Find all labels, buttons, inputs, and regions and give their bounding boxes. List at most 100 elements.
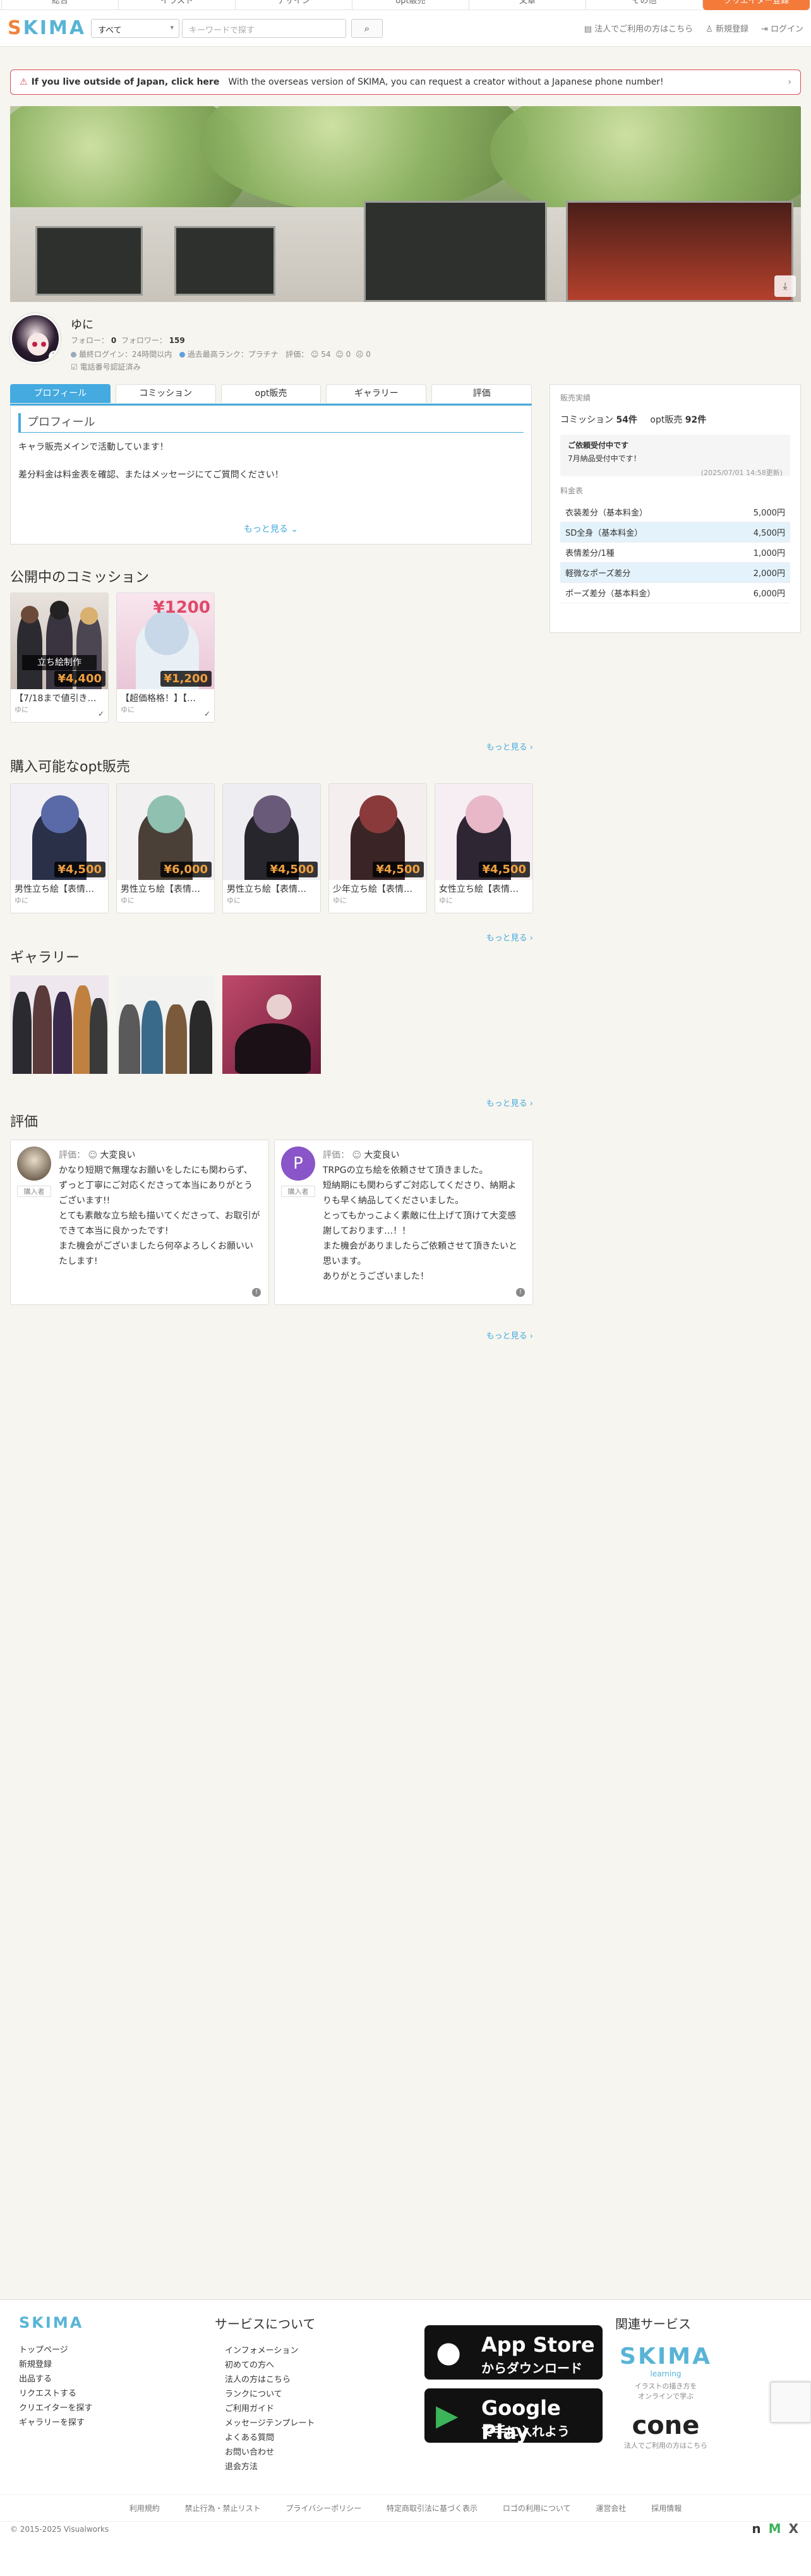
- footer-logo[interactable]: SKIMA: [19, 2314, 95, 2332]
- gallery-image[interactable]: [222, 975, 321, 1074]
- header: SKIMA すべて キーワードで探す ⌕ ▤ 法人でご利用の方はこちら ♙ 新規…: [0, 10, 811, 47]
- card-user: ゆに: [227, 896, 241, 905]
- footer-link[interactable]: クリエイターを探す: [19, 2401, 95, 2416]
- opt-card[interactable]: ¥4,500 少年立ち絵【表情… ゆに: [328, 783, 427, 913]
- footer-link[interactable]: 新規登録: [19, 2357, 95, 2372]
- phone-verified: ☑ 電話番号認証済み: [71, 361, 141, 372]
- opt-more-link[interactable]: もっと見る ›: [486, 931, 533, 943]
- price-badge: ¥4,500: [478, 862, 530, 877]
- check-icon: ✓: [203, 709, 210, 718]
- rating-label: 評価：: [285, 350, 309, 359]
- commission-card[interactable]: ¥1200 ¥1,200 【超価格格！】【… ゆに ✓: [116, 593, 215, 723]
- opt-card[interactable]: ¥4,500 男性立ち絵【表情… ゆに: [222, 783, 321, 913]
- tab-review[interactable]: 評価: [431, 384, 532, 403]
- opt-thumbnail: ¥6,000: [117, 784, 214, 880]
- search-button[interactable]: ⌕: [351, 18, 383, 38]
- follow-count[interactable]: 0: [111, 336, 116, 345]
- overseas-notice[interactable]: ⚠ If you live outside of Japan, click he…: [10, 69, 801, 95]
- gallery-image[interactable]: [10, 975, 109, 1074]
- category-select[interactable]: すべて: [91, 18, 179, 38]
- creator-signup-button[interactable]: クリエイター登録: [702, 0, 810, 10]
- footer-link[interactable]: 初めての方へ: [225, 2358, 315, 2373]
- footer-link[interactable]: メッセージテンプレート: [225, 2416, 315, 2431]
- footer-link[interactable]: 運営会社: [596, 2504, 626, 2513]
- tab-profile[interactable]: プロフィール: [10, 384, 111, 403]
- info-icon[interactable]: !: [516, 1288, 525, 1297]
- x-icon[interactable]: X: [789, 2521, 798, 2536]
- rating-normal: 0: [345, 350, 351, 359]
- footer-link[interactable]: 退会方法: [225, 2460, 315, 2474]
- skima-learning-link[interactable]: SKIMA learning イラストの描き方を オンラインで学ぶ: [615, 2344, 716, 2401]
- follower-count[interactable]: 159: [169, 336, 185, 345]
- appstore-button[interactable]: ● App Store からダウンロード: [424, 2325, 603, 2380]
- topnav-item[interactable]: イラスト: [118, 0, 235, 10]
- profile-box: プロフィール キャラ販売メインで活動しています！ 差分料金は料金表を確認、または…: [10, 407, 532, 545]
- price-name: ポーズ差分（基本料金）: [565, 589, 656, 599]
- review-more-link[interactable]: もっと見る ›: [486, 1329, 533, 1341]
- cone-link[interactable]: cone 法人でご利用の方はこちら: [615, 2411, 716, 2450]
- topnav-item[interactable]: opt販売: [352, 0, 469, 10]
- footer-link[interactable]: 採用情報: [651, 2504, 682, 2513]
- topnav-item[interactable]: その他: [586, 0, 702, 10]
- login-link[interactable]: ⇥ ログイン: [761, 22, 803, 34]
- footer-link[interactable]: お問い合わせ: [225, 2445, 315, 2460]
- footer-link[interactable]: 出品する: [19, 2372, 95, 2386]
- gallery-more-link[interactable]: もっと見る ›: [486, 1097, 533, 1109]
- more-label: もっと見る: [486, 743, 527, 752]
- topnav-item[interactable]: デザイン: [235, 0, 352, 10]
- footer-link[interactable]: インフォメーション: [225, 2344, 315, 2358]
- status-box: ご依頼受付中です 7月納品受付中です！ (2025/07/01 14:58更新): [560, 435, 790, 477]
- clock-icon: [71, 352, 76, 358]
- tab-commission[interactable]: コミッション: [115, 384, 216, 403]
- skima-learning-sub: learning: [650, 2369, 682, 2378]
- opt-card[interactable]: ¥4,500 男性立ち絵【表情… ゆに: [10, 783, 109, 913]
- footer-link[interactable]: ロゴの利用について: [503, 2504, 571, 2513]
- price-value: 6,000円: [753, 589, 785, 599]
- footer-link[interactable]: リクエストする: [19, 2386, 95, 2401]
- avatar: P: [281, 1147, 315, 1181]
- commission-card[interactable]: 立ち絵制作 ¥4,400 【7/18まで値引き… ゆに ✓: [10, 593, 109, 723]
- buyer-badge: 購入者: [281, 1186, 315, 1197]
- footer-link[interactable]: ご利用ガイド: [225, 2402, 315, 2416]
- avatar: ⚑: [10, 313, 61, 364]
- footer-link[interactable]: よくある質問: [225, 2431, 315, 2445]
- googleplay-button[interactable]: ▶ Google Play で手に入れよう: [424, 2388, 603, 2444]
- corp-link[interactable]: ▤ 法人でご利用の方はこちら: [584, 22, 693, 34]
- download-icon[interactable]: ⤓: [774, 275, 796, 297]
- check-icon: ☑: [71, 363, 78, 371]
- info-icon[interactable]: !: [252, 1288, 261, 1297]
- tab-gallery[interactable]: ギャラリー: [326, 384, 427, 403]
- footer-link[interactable]: 法人の方はこちら: [225, 2373, 315, 2387]
- footer-link[interactable]: 禁止行為・禁止リスト: [185, 2504, 261, 2513]
- signup-link[interactable]: ♙ 新規登録: [706, 22, 748, 34]
- rank-icon: [179, 352, 185, 358]
- mirai-icon[interactable]: M: [769, 2521, 781, 2536]
- notice-title: If you live outside of Japan, click here: [31, 77, 220, 87]
- commission-more-link[interactable]: もっと見る ›: [486, 740, 533, 752]
- chevron-down-icon: ⌄: [291, 524, 299, 534]
- tab-opt[interactable]: opt販売: [220, 384, 321, 403]
- show-more-profile[interactable]: もっと見る ⌄: [11, 522, 531, 535]
- footer-link[interactable]: 利用規約: [129, 2504, 160, 2513]
- footer-link[interactable]: ランクについて: [225, 2387, 315, 2402]
- commission-label: コミッション: [560, 415, 613, 425]
- appstore-label: App Store: [481, 2333, 595, 2357]
- footer-link[interactable]: トップページ: [19, 2343, 95, 2357]
- review-heading: 評価: [10, 1114, 39, 1130]
- note-icon[interactable]: n: [752, 2521, 760, 2536]
- footer-link[interactable]: 特定商取引法に基づく表示: [387, 2504, 478, 2513]
- opt-card[interactable]: ¥6,000 男性立ち絵【表情… ゆに: [116, 783, 215, 913]
- topnav-item[interactable]: 総合: [1, 0, 118, 10]
- price-value: 4,500円: [753, 529, 785, 538]
- opt-list: ¥4,500 男性立ち絵【表情… ゆに ¥6,000 男性立ち絵【表情… ゆに …: [10, 783, 533, 913]
- price-row: 衣装差分（基本料金） 5,000円: [560, 502, 790, 522]
- site-logo[interactable]: SKIMA: [8, 17, 84, 39]
- footer-link[interactable]: ギャラリーを探す: [19, 2416, 95, 2430]
- gallery-image[interactable]: [116, 975, 215, 1074]
- status-date: (2025/07/01 14:58更新): [700, 469, 783, 477]
- topnav-item[interactable]: 文章: [469, 0, 586, 10]
- search-input[interactable]: キーワードで探す: [182, 18, 346, 38]
- recaptcha-badge[interactable]: [771, 2382, 811, 2423]
- opt-card[interactable]: ¥4,500 女性立ち絵【表情… ゆに: [435, 783, 533, 913]
- footer-link[interactable]: プライバシーポリシー: [285, 2504, 361, 2513]
